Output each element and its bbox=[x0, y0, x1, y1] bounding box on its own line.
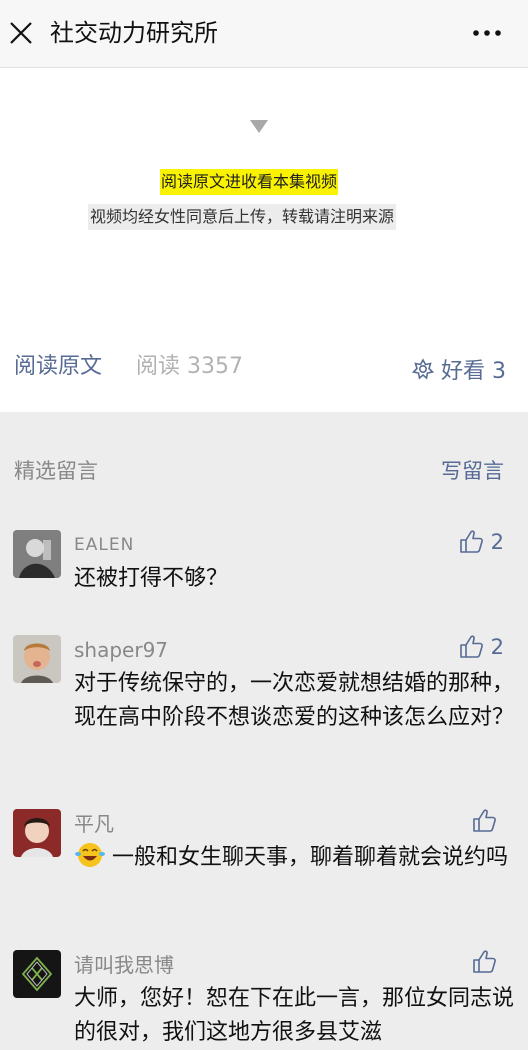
page-title: 社交动力研究所 bbox=[50, 19, 218, 47]
top-bar: 社交动力研究所 bbox=[0, 0, 528, 68]
comment-text: 对于传统保守的，一次恋爱就想结婚的那种，现在高中阶段不想谈恋爱的这种该怎么应对？ bbox=[74, 671, 515, 730]
avatar[interactable] bbox=[13, 950, 61, 998]
like-count: 2 bbox=[490, 635, 504, 659]
flower-icon bbox=[411, 358, 435, 380]
like-button[interactable]: 2 bbox=[457, 633, 504, 661]
comments-header: 精选留言 写留言 bbox=[0, 412, 528, 512]
down-triangle-icon bbox=[250, 120, 268, 133]
selected-comments-label: 精选留言 bbox=[14, 459, 98, 483]
thumbs-up-icon bbox=[459, 635, 483, 658]
avatar[interactable] bbox=[13, 809, 61, 857]
thumbs-up-icon bbox=[459, 530, 483, 553]
comment-author: 平凡 bbox=[74, 812, 114, 836]
like-button[interactable] bbox=[470, 948, 504, 976]
comment-text: 一般和女生聊天事，聊着聊着就会说约吗 bbox=[112, 845, 509, 870]
comment-author: shaper97 bbox=[74, 638, 169, 662]
like-button[interactable]: 2 bbox=[457, 528, 504, 556]
write-comment-link[interactable]: 写留言 bbox=[441, 456, 504, 486]
close-icon[interactable] bbox=[8, 20, 34, 46]
like-count: 2 bbox=[490, 530, 504, 554]
comment-text-wrap: 一般和女生聊天事，聊着聊着就会说约吗 bbox=[74, 841, 514, 875]
avatar[interactable] bbox=[13, 530, 61, 578]
thumbs-up-icon bbox=[473, 809, 496, 832]
article-body: 阅读原文进收看本集视频 视频均经女性同意后上传，转载请注明来源 阅读原文 阅读 … bbox=[0, 68, 528, 412]
thumbs-up-icon bbox=[473, 950, 496, 973]
read-original-link[interactable]: 阅读原文 bbox=[14, 351, 102, 383]
watch-label: 好看 3 bbox=[441, 359, 506, 384]
source-note: 视频均经女性同意后上传，转载请注明来源 bbox=[88, 204, 397, 230]
avatar[interactable] bbox=[13, 635, 61, 683]
laughing-emoji-icon bbox=[75, 843, 105, 867]
comment-author: EALEN bbox=[74, 535, 135, 555]
watch-button[interactable]: 好看 3 bbox=[411, 353, 506, 385]
comment-text: 大师，您好！恕在下在此一言，那位女同志说的很对，我们这地方很多县艾滋 bbox=[74, 986, 515, 1045]
comment-text: 还被打得不够？ bbox=[74, 566, 229, 591]
like-button[interactable] bbox=[470, 807, 504, 835]
more-options-icon[interactable] bbox=[472, 24, 502, 42]
comment-author: 请叫我思博 bbox=[74, 953, 174, 977]
read-count: 阅读 3357 bbox=[136, 354, 243, 379]
highlight-text: 阅读原文进收看本集视频 bbox=[160, 169, 339, 195]
